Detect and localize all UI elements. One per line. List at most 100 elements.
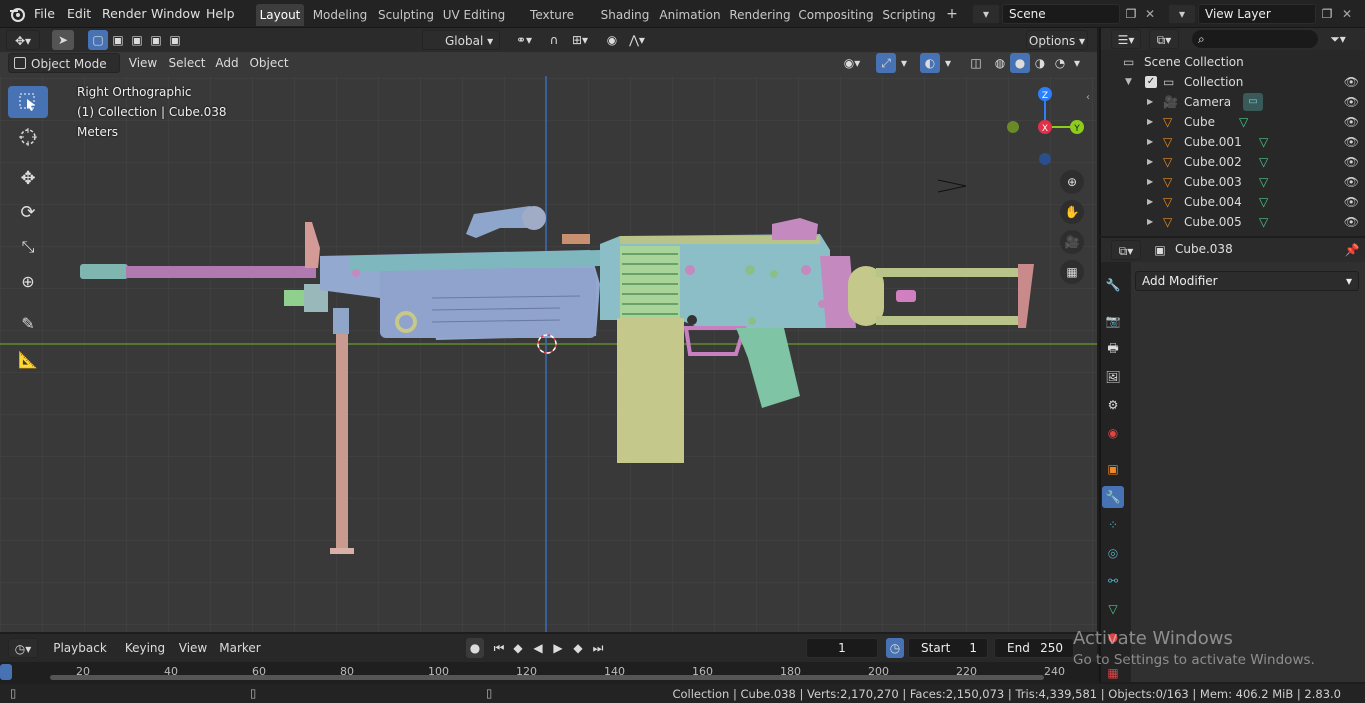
view-layer-selector-icon[interactable]: ▾ bbox=[1168, 4, 1196, 24]
blender-logo-icon[interactable] bbox=[8, 5, 26, 23]
timeline-editor-type-icon[interactable]: ◷▾ bbox=[8, 638, 38, 658]
prev-keyframe-icon[interactable]: ◆ bbox=[509, 638, 527, 658]
expand-arrow-icon[interactable]: ▶ bbox=[1147, 92, 1153, 112]
outliner-item-camera[interactable]: ▶ 🎥 Camera ▭ 👁 bbox=[1101, 92, 1365, 112]
expand-arrow-icon[interactable]: ▶ bbox=[1147, 172, 1153, 192]
tab-modeling[interactable]: Modeling bbox=[310, 4, 370, 26]
mesh-data-icon[interactable]: ▽ bbox=[1259, 212, 1268, 232]
outliner-scene-collection[interactable]: ▭ Scene Collection bbox=[1101, 52, 1365, 72]
mesh-data-icon[interactable]: ▽ bbox=[1259, 192, 1268, 212]
tab-scripting[interactable]: Scripting bbox=[880, 4, 938, 26]
play-reverse-icon[interactable]: ◀ bbox=[529, 638, 547, 658]
muzzle bbox=[80, 264, 128, 279]
display-mode-icon[interactable]: ⧉▾ bbox=[1149, 29, 1179, 49]
end-frame-field[interactable]: End 250 bbox=[994, 638, 1074, 658]
jump-end-icon[interactable]: ⏭ bbox=[589, 638, 607, 658]
new-scene-icon[interactable]: ❐ bbox=[1122, 4, 1140, 24]
record-icon[interactable]: ● bbox=[466, 638, 484, 658]
visibility-eye-icon[interactable]: 👁 bbox=[1344, 212, 1359, 232]
object-data-tab-icon[interactable]: ▽ bbox=[1102, 598, 1124, 620]
object-tab-icon[interactable]: ▣ bbox=[1102, 458, 1124, 480]
visibility-eye-icon[interactable]: 👁 bbox=[1344, 112, 1359, 132]
expand-arrow-icon[interactable]: ▶ bbox=[1147, 212, 1153, 232]
new-view-layer-icon[interactable]: ❐ bbox=[1318, 4, 1336, 24]
timeline-menu-playback[interactable]: Playback bbox=[46, 638, 114, 658]
expand-arrow-icon[interactable]: ▼ bbox=[1125, 72, 1132, 92]
tab-uv-editing[interactable]: UV Editing bbox=[442, 4, 506, 26]
mesh-data-icon[interactable]: ▽ bbox=[1239, 112, 1248, 132]
view-layer-tab-icon[interactable]: 🖼 bbox=[1102, 366, 1124, 388]
visibility-eye-icon[interactable]: 👁 bbox=[1344, 72, 1359, 92]
tab-shading[interactable]: Shading bbox=[598, 4, 652, 26]
outliner-item-cube-002[interactable]: ▶ ▽ Cube.002 ▽ 👁 bbox=[1101, 152, 1365, 172]
visibility-eye-icon[interactable]: 👁 bbox=[1344, 192, 1359, 212]
visibility-eye-icon[interactable]: 👁 bbox=[1344, 132, 1359, 152]
tab-rendering[interactable]: Rendering bbox=[728, 4, 792, 26]
timeline-scrollbar[interactable] bbox=[50, 675, 1044, 680]
scene-tab-icon[interactable]: ⚙ bbox=[1102, 394, 1124, 416]
outliner-collection[interactable]: ▼ ✓ ▭ Collection 👁 bbox=[1101, 72, 1365, 92]
current-frame-field[interactable]: 1 bbox=[806, 638, 878, 658]
view-layer-field[interactable]: View Layer bbox=[1198, 4, 1316, 24]
expand-arrow-icon[interactable]: ▶ bbox=[1147, 192, 1153, 212]
mesh-data-icon[interactable]: ▽ bbox=[1259, 132, 1268, 152]
visibility-eye-icon[interactable]: 👁 bbox=[1344, 152, 1359, 172]
render-tab-icon[interactable]: 📷 bbox=[1102, 310, 1124, 332]
scene-name-field[interactable]: Scene bbox=[1002, 4, 1120, 24]
filter-icon[interactable]: ⏷▾ bbox=[1323, 29, 1353, 49]
mesh-data-icon[interactable]: ▽ bbox=[1259, 172, 1268, 192]
outliner-item-cube-001[interactable]: ▶ ▽ Cube.001 ▽ 👁 bbox=[1101, 132, 1365, 152]
camera-data-icon[interactable]: ▭ bbox=[1243, 93, 1263, 111]
add-modifier-dropdown[interactable]: Add Modifier ▾ bbox=[1135, 271, 1359, 291]
outliner-item-cube-005[interactable]: ▶ ▽ Cube.005 ▽ 👁 bbox=[1101, 212, 1365, 232]
outliner-item-cube[interactable]: ▶ ▽ Cube ▽ 👁 bbox=[1101, 112, 1365, 132]
menu-render[interactable]: Render bbox=[102, 4, 147, 24]
tab-sculpting[interactable]: Sculpting bbox=[374, 4, 438, 26]
expand-arrow-icon[interactable]: ▶ bbox=[1147, 112, 1153, 132]
modifier-tab-icon[interactable]: 🔧 bbox=[1102, 486, 1124, 508]
timeline-menu-marker[interactable]: Marker bbox=[218, 638, 262, 658]
outliner-editor-type-icon[interactable]: ☰▾ bbox=[1111, 29, 1141, 49]
timeline-menu-keying[interactable]: Keying bbox=[116, 638, 174, 658]
visibility-eye-icon[interactable]: 👁 bbox=[1344, 92, 1359, 112]
menu-file[interactable]: File bbox=[34, 4, 55, 24]
constraints-tab-icon[interactable]: ⚯ bbox=[1102, 570, 1124, 592]
tab-compositing[interactable]: Compositing bbox=[798, 4, 874, 26]
outliner-item-cube-003[interactable]: ▶ ▽ Cube.003 ▽ 👁 bbox=[1101, 172, 1365, 192]
add-workspace-button[interactable]: + bbox=[944, 6, 960, 22]
expand-arrow-icon[interactable]: ▶ bbox=[1147, 152, 1153, 172]
outliner-item-cube-004[interactable]: ▶ ▽ Cube.004 ▽ 👁 bbox=[1101, 192, 1365, 212]
jump-start-icon[interactable]: ⏮ bbox=[490, 638, 508, 658]
preview-range-icon[interactable]: ◷ bbox=[886, 638, 904, 658]
world-tab-icon[interactable]: ◉ bbox=[1102, 422, 1124, 444]
menu-edit[interactable]: Edit bbox=[67, 4, 91, 24]
gun-model[interactable] bbox=[0, 28, 1097, 632]
tab-animation[interactable]: Animation bbox=[658, 4, 722, 26]
remove-scene-icon[interactable]: ✕ bbox=[1143, 4, 1157, 24]
output-tab-icon[interactable]: 🖶 bbox=[1102, 338, 1124, 360]
menu-window[interactable]: Window bbox=[151, 4, 200, 24]
properties-editor-type-icon[interactable]: ⧉▾ bbox=[1111, 240, 1141, 260]
menu-help[interactable]: Help bbox=[206, 4, 235, 24]
mesh-data-icon[interactable]: ▽ bbox=[1259, 152, 1268, 172]
timeline-menu-view[interactable]: View bbox=[178, 638, 208, 658]
expand-arrow-icon[interactable]: ▶ bbox=[1147, 132, 1153, 152]
tool-tab-icon[interactable]: 🔧 bbox=[1102, 274, 1124, 296]
end-value: 250 bbox=[1040, 641, 1063, 655]
scene-selector-icon[interactable]: ▾ bbox=[972, 4, 1000, 24]
remove-view-layer-icon[interactable]: ✕ bbox=[1340, 4, 1354, 24]
start-frame-field[interactable]: Start 1 bbox=[908, 638, 988, 658]
timeline-ruler[interactable]: 20 40 60 80 100 120 140 160 180 200 220 240 bbox=[0, 662, 1097, 684]
playhead[interactable] bbox=[0, 664, 12, 680]
visibility-eye-icon[interactable]: 👁 bbox=[1344, 172, 1359, 192]
particles-tab-icon[interactable]: ⁘ bbox=[1102, 514, 1124, 536]
next-keyframe-icon[interactable]: ◆ bbox=[569, 638, 587, 658]
tab-texture-paint[interactable]: Texture Paint bbox=[514, 4, 590, 44]
outliner-search-input[interactable]: ⌕ bbox=[1191, 29, 1319, 49]
checkbox-icon[interactable]: ✓ bbox=[1145, 76, 1157, 88]
physics-tab-icon[interactable]: ◎ bbox=[1102, 542, 1124, 564]
play-icon[interactable]: ▶ bbox=[549, 638, 567, 658]
3d-viewport[interactable]: ✥▾ ➤ ▢ ▣ ▣ ▣ ▣ Global ▾ ⚭▾ ∩ ⊞▾ ◉ ⋀▾ Opt… bbox=[0, 28, 1097, 632]
pin-icon[interactable]: 📌 bbox=[1343, 240, 1361, 260]
tab-layout[interactable]: Layout bbox=[256, 4, 304, 26]
